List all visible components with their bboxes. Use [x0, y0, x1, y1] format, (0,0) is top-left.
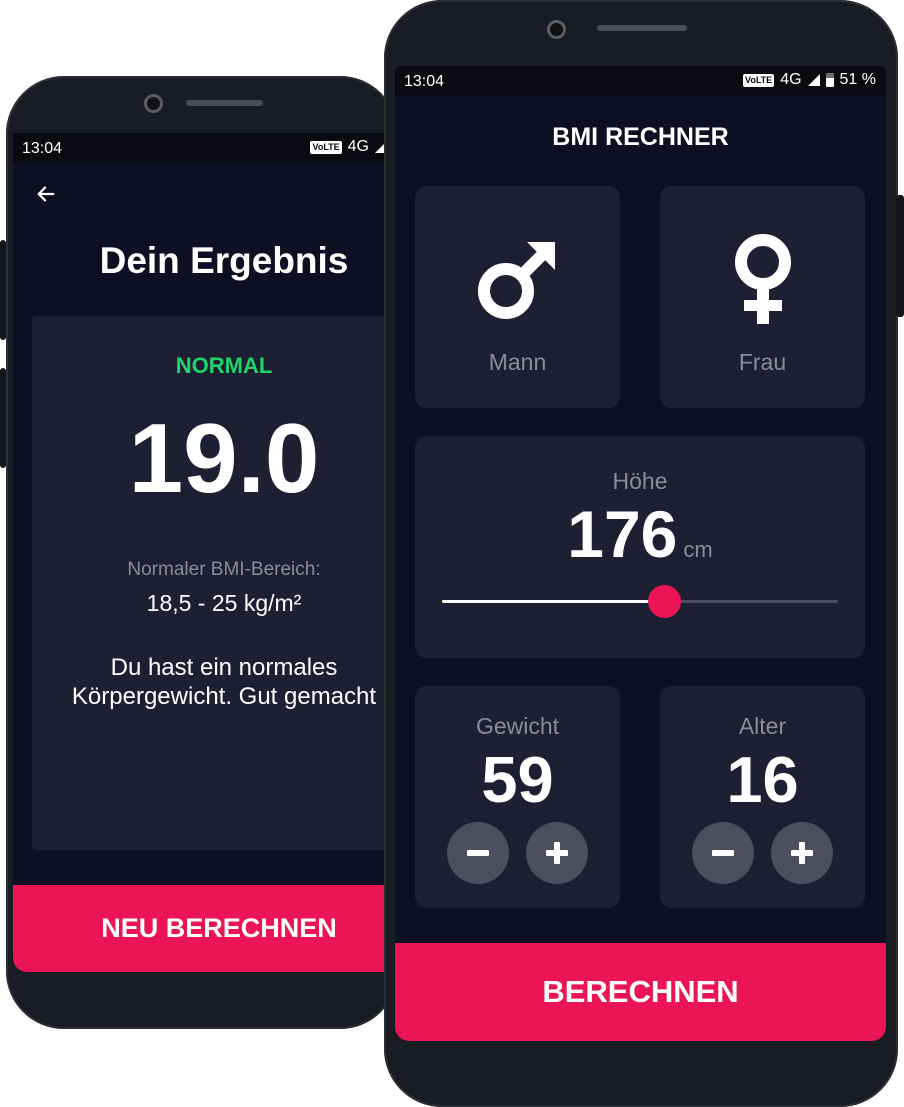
- bmi-value: 19.0: [128, 403, 320, 513]
- gender-label-male: Mann: [488, 349, 547, 375]
- age-increment-button[interactable]: [771, 822, 833, 884]
- height-card: Höhe 176 cm: [415, 436, 865, 658]
- height-slider-thumb[interactable]: [647, 585, 681, 618]
- front-camera: [547, 20, 566, 39]
- age-card: Alter 16: [660, 686, 865, 908]
- signal-icon: [807, 74, 820, 86]
- result-card: [32, 316, 393, 850]
- status-time: 13:04: [22, 140, 63, 157]
- status-time: 13:04: [404, 73, 445, 90]
- volte-icon: VoLTE: [743, 73, 775, 87]
- height-value: 176: [567, 497, 678, 571]
- height-unit: cm: [683, 537, 713, 562]
- result-screen: 13:04 VoLTE 4G Dein Ergebnis NORMAL 19.0…: [13, 133, 393, 972]
- weight-label: Gewicht: [475, 713, 560, 739]
- battery-percent: 51 %: [839, 71, 876, 88]
- plus-icon: [791, 842, 813, 864]
- height-slider[interactable]: [442, 585, 838, 618]
- gender-card-male[interactable]: Mann: [415, 186, 620, 408]
- result-message: Du hast ein normales Körpergewicht. Gut …: [71, 654, 377, 710]
- arrow-left-icon[interactable]: [35, 183, 57, 210]
- gender-card-female[interactable]: Frau: [660, 186, 865, 408]
- age-label: Alter: [738, 713, 787, 739]
- status-icons: VoLTE 4G: [310, 138, 393, 156]
- male-symbol-icon: [473, 234, 563, 329]
- range-value: 18,5 - 25 kg/m²: [146, 590, 302, 616]
- status-bar: 13:04 VoLTE 4G: [13, 133, 393, 163]
- plus-icon: [546, 842, 568, 864]
- calculate-button[interactable]: BERECHNEN: [395, 943, 886, 1041]
- page-title: Dein Ergebnis: [99, 240, 349, 281]
- weight-decrement-button[interactable]: [447, 822, 509, 884]
- calculator-screen: 13:04 VoLTE 4G 51 % BMI RECHNER Mann Fra…: [395, 66, 886, 1041]
- height-value-row: 176 cm: [415, 496, 865, 572]
- female-symbol-icon: [728, 232, 798, 333]
- bmi-category: NORMAL: [175, 353, 273, 378]
- calculate-button-label: BERECHNEN: [542, 974, 739, 1009]
- height-label: Höhe: [612, 468, 668, 494]
- weight-card: Gewicht 59: [415, 686, 620, 908]
- range-label: Normaler BMI-Bereich:: [127, 559, 321, 580]
- minus-icon: [467, 850, 489, 856]
- weight-value: 59: [481, 743, 554, 816]
- recalculate-button-label: NEU BERECHNEN: [101, 913, 337, 943]
- right-phone-side-button: [896, 195, 904, 317]
- app-title: BMI RECHNER: [552, 123, 729, 151]
- minus-icon: [712, 850, 734, 856]
- left-phone-side-button: [0, 368, 6, 468]
- earpiece-speaker: [186, 100, 263, 106]
- status-bar: 13:04 VoLTE 4G 51 %: [395, 66, 886, 96]
- recalculate-button[interactable]: NEU BERECHNEN: [13, 885, 393, 972]
- network-type: 4G: [347, 138, 369, 155]
- status-icons: VoLTE 4G 51 %: [743, 71, 876, 89]
- front-camera: [144, 94, 163, 113]
- network-type: 4G: [780, 71, 802, 88]
- height-slider-fill: [442, 600, 664, 603]
- gender-label-female: Frau: [738, 349, 787, 375]
- volte-icon: VoLTE: [310, 140, 342, 154]
- weight-increment-button[interactable]: [526, 822, 588, 884]
- battery-icon: [825, 73, 834, 87]
- age-decrement-button[interactable]: [692, 822, 754, 884]
- earpiece-speaker: [597, 25, 687, 31]
- age-value: 16: [726, 743, 799, 816]
- left-phone-side-button: [0, 240, 6, 340]
